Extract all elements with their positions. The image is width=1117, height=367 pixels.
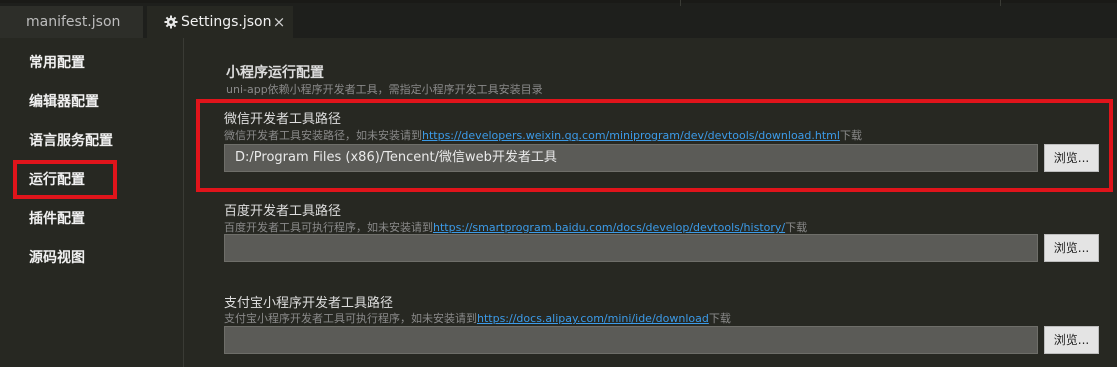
sidebar-item-editor[interactable]: 编辑器配置 [29,92,99,112]
wechat-devtools-label: 微信开发者工具路径 [224,112,342,127]
alipay-devtools-description: 支付宝小程序开发者工具可执行程序，如未安装请到https://docs.alip… [224,310,731,326]
description-text: 微信开发者工具安装路径，如未安装请到 [224,129,422,142]
browse-button-alipay[interactable]: 浏览... [1044,326,1099,354]
settings-content: 小程序运行配置 uni-app依赖小程序开发者工具，需指定小程序开发工具安装目录… [184,38,1117,367]
browse-button-baidu[interactable]: 浏览... [1044,234,1099,262]
section-title: 小程序运行配置 [226,65,324,81]
gear-icon [164,15,178,29]
baidu-devtools-label: 百度开发者工具路径 [224,204,342,219]
wechat-devtools-path-input[interactable]: D:/Program Files (x86)/Tencent/微信web开发者工… [224,144,1038,172]
tab-label: manifest.json [26,14,121,30]
description-suffix: 下载 [708,312,731,325]
description-suffix: 下载 [839,129,862,142]
section-description: uni-app依赖小程序开发者工具，需指定小程序开发工具安装目录 [226,83,543,96]
tab-manifest-json[interactable]: manifest.json [0,6,143,38]
description-text: 百度开发者工具可执行程序，如未安装请到 [224,221,433,234]
sidebar-item-source-view[interactable]: 源码视图 [29,248,85,268]
tab-bar: manifest.json Settings.json × [0,0,1117,38]
sidebar-item-language-service[interactable]: 语言服务配置 [29,131,113,151]
tab-bar-top-border [0,0,1117,3]
description-suffix: 下载 [785,221,808,234]
sidebar-item-common[interactable]: 常用配置 [29,53,85,73]
selected-item-highlight [13,160,117,199]
alipay-devtools-label: 支付宝小程序开发者工具路径 [224,296,394,311]
close-icon[interactable]: × [272,6,286,38]
wechat-devtools-description: 微信开发者工具安装路径，如未安装请到https://developers.wei… [224,127,862,143]
wechat-download-link[interactable]: https://developers.weixin.qq.com/minipro… [422,129,840,142]
browse-button-wechat[interactable]: 浏览... [1044,144,1099,172]
baidu-devtools-path-input[interactable] [224,234,1038,262]
settings-sidebar: 常用配置 编辑器配置 语言服务配置 运行配置 插件配置 源码视图 [0,38,184,367]
alipay-devtools-path-input[interactable] [224,326,1038,354]
alipay-download-link[interactable]: https://docs.alipay.com/mini/ide/downloa… [477,312,709,325]
tab-bar-separator [680,0,681,6]
baidu-download-link[interactable]: https://smartprogram.baidu.com/docs/deve… [433,221,785,234]
sidebar-item-plugins[interactable]: 插件配置 [29,209,85,229]
tab-label: Settings.json [181,14,272,30]
baidu-devtools-description: 百度开发者工具可执行程序，如未安装请到https://smartprogram.… [224,219,807,235]
tab-bar-separator [1000,0,1001,6]
description-text: 支付宝小程序开发者工具可执行程序，如未安装请到 [224,312,477,325]
